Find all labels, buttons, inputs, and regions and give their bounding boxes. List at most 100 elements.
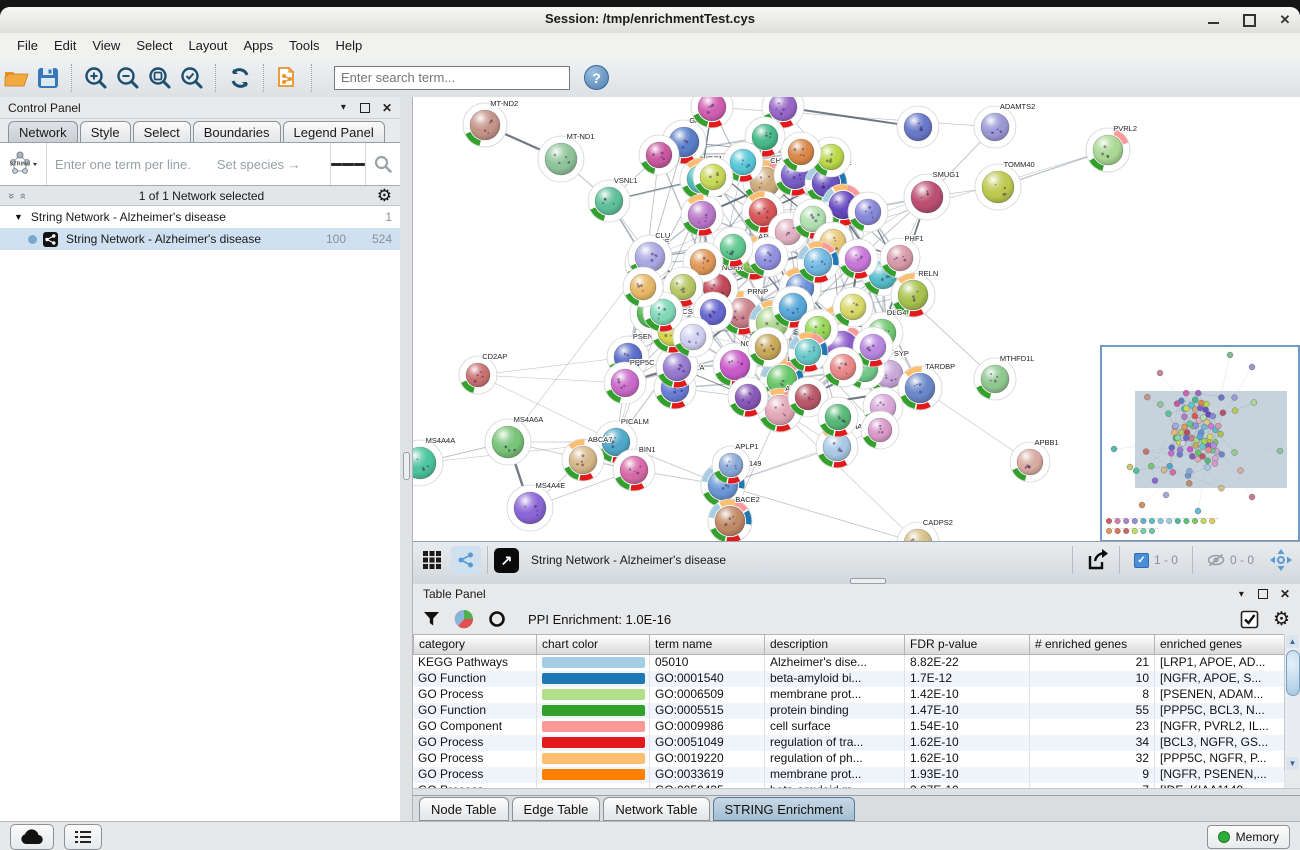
table-row[interactable]: GO FunctionGO:0005515protein binding1.47…	[413, 703, 1285, 719]
table-row[interactable]: GO ProcessGO:0006509membrane prot...1.42…	[413, 687, 1285, 703]
network-node-apbb1[interactable]: APBB1	[1010, 438, 1059, 482]
menu-item-apps[interactable]: Apps	[237, 35, 281, 56]
menu-item-edit[interactable]: Edit	[47, 35, 83, 56]
birds-eye-graph[interactable]	[1102, 347, 1298, 540]
close-panel-icon[interactable]: ✕	[382, 101, 392, 115]
network-node-pvrl2[interactable]: PVRL2	[1086, 124, 1137, 172]
birds-eye-view[interactable]	[1100, 345, 1300, 541]
column-header-fdr-p-value[interactable]: FDR p-value	[905, 634, 1030, 655]
maximize-button[interactable]	[1242, 13, 1256, 27]
network-node-mthfd1l[interactable]: MTHFD1L	[974, 354, 1034, 400]
panel-menu-icon[interactable]: ▾	[341, 102, 346, 113]
string-logo-dropdown[interactable]: STRING	[0, 143, 47, 185]
menu-item-tools[interactable]: Tools	[282, 35, 326, 56]
open-session-button[interactable]	[0, 63, 32, 93]
network-node-smug1[interactable]: SMUG1	[904, 170, 959, 220]
string-query-field[interactable]: Enter one term per line. Set species →	[47, 157, 330, 172]
network-node-mt-nd2[interactable]: MT-ND2	[463, 99, 518, 147]
float-panel-icon[interactable]	[1258, 589, 1268, 599]
network-node[interactable]	[897, 106, 939, 148]
tab-edge-table[interactable]: Edge Table	[512, 797, 601, 821]
ring-chart-icon[interactable]	[488, 610, 506, 628]
minimize-button[interactable]	[1206, 13, 1220, 27]
network-tree-row[interactable]: ▼String Network - Alzheimer's disease1	[0, 206, 400, 228]
tab-node-table[interactable]: Node Table	[419, 797, 509, 821]
save-session-button[interactable]	[32, 63, 64, 93]
network-node-cadps2[interactable]: CADPS2	[897, 518, 953, 541]
table-horizontal-scrollbar[interactable]	[413, 788, 1300, 795]
column-header--enriched-genes[interactable]: # enriched genes	[1030, 634, 1155, 655]
network-node[interactable]	[748, 237, 788, 277]
table-row[interactable]: GO ProcessGO:0051049regulation of tra...…	[413, 735, 1285, 751]
grid-view-button[interactable]	[417, 546, 447, 574]
zoom-in-button[interactable]	[80, 63, 112, 93]
network-node[interactable]	[781, 132, 821, 172]
network-node-vsnl1[interactable]: VSNL1	[588, 176, 638, 222]
share-network-button[interactable]	[451, 546, 481, 574]
column-header-category[interactable]: category	[413, 634, 537, 655]
menu-item-file[interactable]: File	[10, 35, 45, 56]
zoom-selected-button[interactable]	[176, 63, 208, 93]
network-node-ms4a4e[interactable]: MS4A4E	[507, 481, 565, 531]
table-row[interactable]: GO ComponentGO:0009986cell surface1.54E-…	[413, 719, 1285, 735]
splitter-grip[interactable]	[403, 452, 410, 480]
scroll-up-arrow[interactable]: ▲	[1286, 635, 1299, 648]
tab-legend-panel[interactable]: Legend Panel	[283, 121, 385, 142]
string-options-button[interactable]	[330, 143, 365, 185]
table-row[interactable]: GO ProcessGO:0019220regulation of ph...1…	[413, 751, 1285, 767]
selected-checkbox-icon[interactable]: ✓	[1134, 553, 1149, 568]
tab-network-table[interactable]: Network Table	[603, 797, 709, 821]
network-node[interactable]	[693, 157, 733, 197]
network-node[interactable]	[823, 347, 863, 387]
string-search-button[interactable]	[365, 143, 400, 185]
panel-menu-icon[interactable]: ▾	[1239, 589, 1244, 600]
horizontal-splitter[interactable]	[413, 577, 1300, 584]
tab-style[interactable]: Style	[80, 121, 131, 142]
network-canvas[interactable]: MT-ND2MT-ND1VSNL1GAB2IRS1CHATABCA7ACHESM…	[413, 97, 1300, 541]
network-node[interactable]	[833, 287, 873, 327]
close-button[interactable]: ✕	[1278, 13, 1292, 27]
pie-chart-icon[interactable]	[454, 609, 474, 629]
network-node[interactable]	[838, 239, 878, 279]
tab-select[interactable]: Select	[133, 121, 191, 142]
collapse-all-icon[interactable]: »	[5, 192, 17, 198]
network-node-adamts2[interactable]: ADAMTS2	[974, 102, 1035, 148]
table-row[interactable]: KEGG Pathways05010Alzheimer's dise...8.8…	[413, 655, 1285, 671]
network-node-ms4a6a[interactable]: MS4A6A	[485, 415, 543, 465]
zoom-fit-button[interactable]	[144, 63, 176, 93]
table-row[interactable]: GO FunctionGO:0001540beta-amyloid bi...1…	[413, 671, 1285, 687]
menu-item-view[interactable]: View	[85, 35, 127, 56]
export-network-button[interactable]	[1083, 546, 1113, 574]
memory-button[interactable]: Memory	[1207, 825, 1290, 849]
menu-item-select[interactable]: Select	[129, 35, 179, 56]
network-node-ms4a4a[interactable]: MS4A4A	[413, 436, 455, 486]
tab-boundaries[interactable]: Boundaries	[193, 121, 281, 142]
help-button[interactable]: ?	[584, 65, 609, 90]
network-node-cd2ap[interactable]: CD2AP	[459, 352, 507, 394]
refresh-button[interactable]	[224, 63, 256, 93]
float-panel-icon[interactable]	[360, 103, 370, 113]
select-rows-icon[interactable]	[1240, 610, 1259, 629]
network-node[interactable]	[788, 332, 828, 372]
network-node-tomm40[interactable]: TOMM40	[975, 160, 1035, 210]
task-history-button[interactable]	[64, 824, 102, 850]
expand-all-icon[interactable]: »	[17, 192, 29, 198]
zoom-out-button[interactable]	[112, 63, 144, 93]
table-vertical-scrollbar[interactable]: ▲ ▼	[1284, 634, 1300, 771]
tab-network[interactable]: Network	[8, 121, 78, 142]
network-node[interactable]	[748, 327, 788, 367]
birds-eye-toggle-button[interactable]	[1266, 546, 1296, 574]
menu-item-layout[interactable]: Layout	[181, 35, 234, 56]
network-node-mt-nd1[interactable]: MT-ND1	[538, 132, 595, 182]
title-bar[interactable]: Session: /tmp/enrichmentTest.cys ✕	[0, 7, 1300, 34]
network-node[interactable]	[797, 241, 839, 283]
enrichment-settings-gear-icon[interactable]: ⚙	[1273, 610, 1290, 629]
tab-string-enrichment[interactable]: STRING Enrichment	[713, 797, 855, 821]
import-network-button[interactable]	[272, 63, 304, 93]
cloud-tasks-button[interactable]	[10, 824, 54, 850]
scrollbar-thumb[interactable]	[1286, 650, 1300, 696]
column-header-term-name[interactable]: term name	[650, 634, 765, 655]
network-node[interactable]	[861, 411, 899, 449]
filter-icon[interactable]	[423, 611, 440, 627]
column-header-enriched-genes[interactable]: enriched genes	[1155, 634, 1285, 655]
